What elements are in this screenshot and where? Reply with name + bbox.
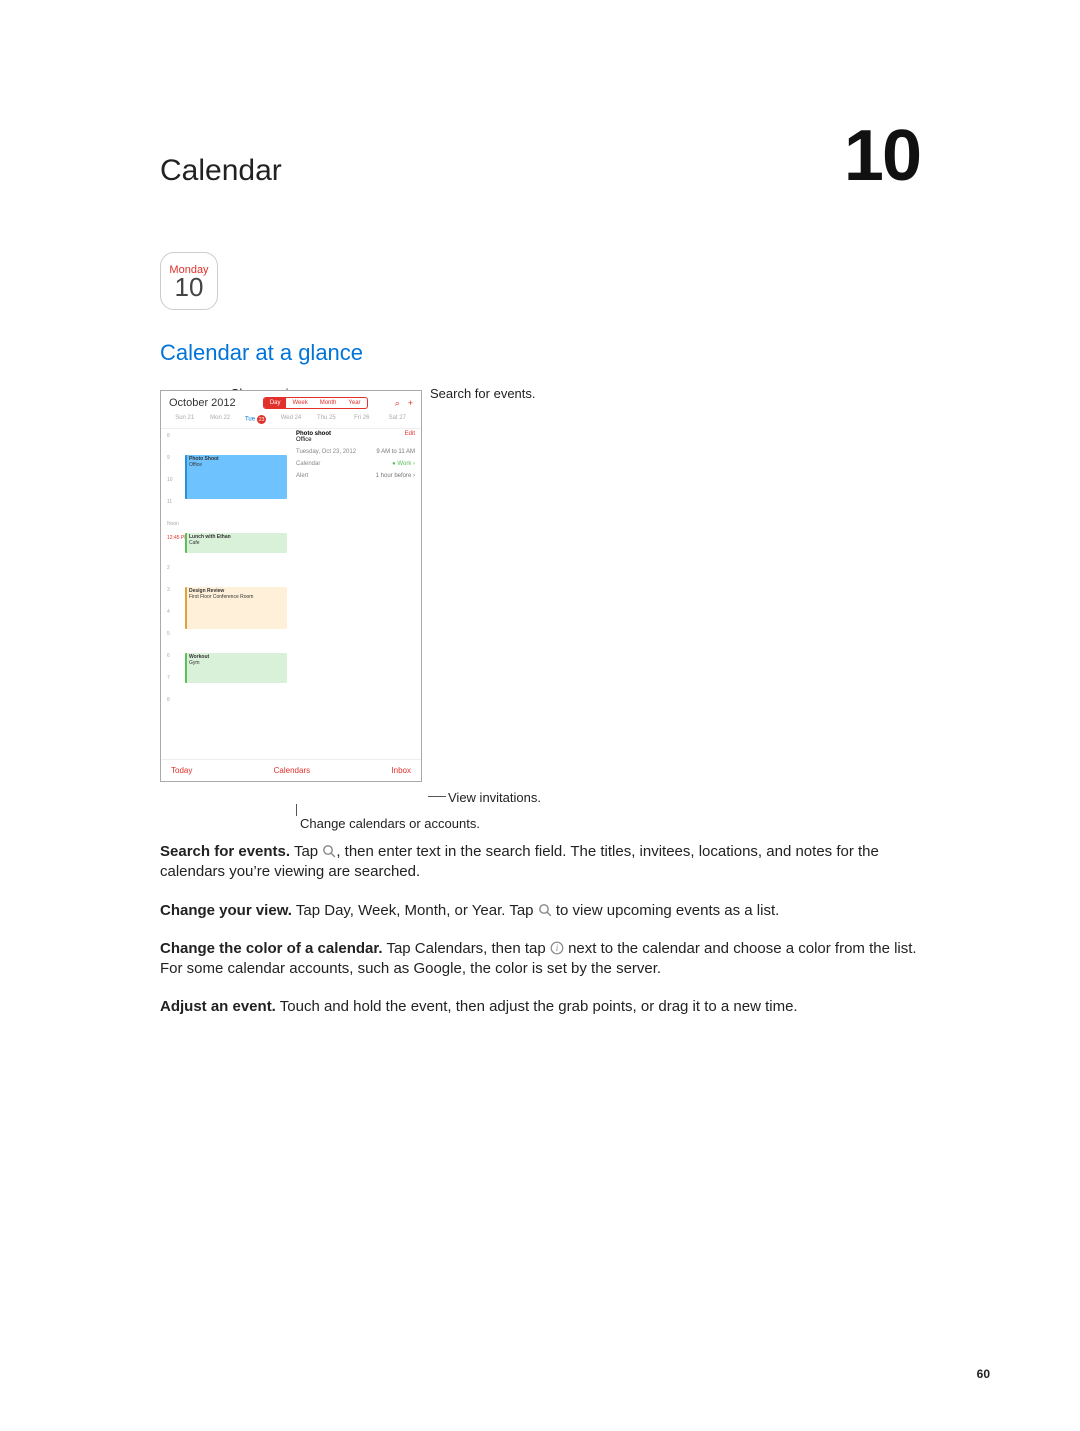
search-icon — [538, 903, 552, 917]
chapter-number: 10 — [844, 120, 920, 192]
detail-calendar-label: Calendar — [296, 461, 320, 467]
para-lead: Search for events. — [160, 843, 290, 860]
para-text: Touch and hold the event, then adjust th… — [276, 998, 798, 1015]
hour-label: 6 — [167, 653, 170, 659]
day-sun[interactable]: Sun 21 — [167, 415, 202, 424]
hour-label: Noon — [167, 521, 179, 527]
annotated-figure: Change views. Search for events. October… — [160, 390, 580, 782]
month-label: October 2012 — [169, 397, 236, 409]
add-event-icon[interactable]: + — [408, 398, 413, 409]
inbox-button[interactable]: Inbox — [391, 766, 411, 775]
para-text: Tap — [290, 843, 322, 860]
hour-label: 2 — [167, 565, 170, 571]
hour-label: 5 — [167, 631, 170, 637]
paragraph-adjust-event: Adjust an event. Touch and hold the even… — [160, 997, 920, 1017]
event-detail-pane: Photo shoot Office Edit Tuesday, Oct 23,… — [296, 431, 415, 479]
day-tue-badge: 23 — [257, 415, 266, 424]
paragraph-change-view: Change your view. Tap Day, Week, Month, … — [160, 901, 920, 921]
today-button[interactable]: Today — [171, 766, 192, 775]
hour-label: 4 — [167, 609, 170, 615]
paragraph-change-color: Change the color of a calendar. Tap Cale… — [160, 939, 920, 980]
segment-year[interactable]: Year — [342, 398, 366, 408]
para-lead: Change your view. — [160, 902, 292, 919]
callout-change-calendars: Change calendars or accounts. — [300, 816, 480, 831]
event-photo-shoot[interactable]: Photo Shoot Office — [185, 455, 287, 499]
app-icon-day: 10 — [175, 274, 204, 300]
calendar-app-icon: Monday 10 — [160, 252, 218, 310]
hour-label: 9 — [167, 455, 170, 461]
search-icon[interactable]: ⌕ — [395, 398, 400, 409]
callout-search-events: Search for events. — [430, 386, 536, 401]
calendars-button[interactable]: Calendars — [274, 766, 310, 775]
detail-location: Office — [296, 437, 331, 443]
detail-date: Tuesday, Oct 23, 2012 — [296, 449, 356, 455]
day-wed[interactable]: Wed 24 — [273, 415, 308, 424]
hour-label: 8 — [167, 433, 170, 439]
para-lead: Change the color of a calendar. — [160, 940, 383, 957]
event-location: Cafe — [189, 540, 285, 546]
day-tue-current[interactable]: Tue23 — [238, 415, 273, 424]
paragraph-search: Search for events. Tap , then enter text… — [160, 842, 920, 883]
callout-view-invitations: View invitations. — [448, 790, 541, 805]
device-screenshot: October 2012 Day Week Month Year ⌕ + Sun… — [160, 390, 422, 782]
event-location: First Floor Conference Room — [189, 594, 285, 600]
event-design-review[interactable]: Design Review First Floor Conference Roo… — [185, 587, 287, 629]
view-segmented-control[interactable]: Day Week Month Year — [263, 397, 368, 409]
hour-label: 3 — [167, 587, 170, 593]
segment-month[interactable]: Month — [314, 398, 343, 408]
para-text: Tap Day, Week, Month, or Year. Tap — [292, 902, 538, 919]
detail-alert-label: Alert — [296, 473, 308, 479]
hour-label: 7 — [167, 675, 170, 681]
para-lead: Adjust an event. — [160, 998, 276, 1015]
day-mon[interactable]: Mon 22 — [202, 415, 237, 424]
hour-label: 8 — [167, 697, 170, 703]
page-number: 60 — [977, 1367, 990, 1381]
event-lunch[interactable]: Lunch with Ethan Cafe — [185, 533, 287, 553]
info-icon: i — [550, 941, 564, 955]
day-tue-label: Tue — [245, 417, 255, 423]
hour-label: 11 — [167, 499, 172, 505]
detail-time: 9 AM to 11 AM — [376, 449, 415, 455]
callout-change-calendars-label: Change calendars or accounts. — [300, 816, 480, 831]
section-heading: Calendar at a glance — [160, 340, 920, 366]
day-sat[interactable]: Sat 27 — [380, 415, 415, 424]
hour-label: 10 — [167, 477, 173, 483]
segment-day[interactable]: Day — [264, 398, 287, 408]
day-fri[interactable]: Fri 26 — [344, 415, 379, 424]
weekday-strip[interactable]: Sun 21 Mon 22 Tue23 Wed 24 Thu 25 Fri 26… — [161, 411, 421, 429]
event-workout[interactable]: Workout Gym — [185, 653, 287, 683]
edit-button[interactable]: Edit — [405, 431, 415, 443]
search-icon — [322, 844, 336, 858]
para-text: Tap Calendars, then tap — [383, 940, 550, 957]
detail-alert-value[interactable]: 1 hour before › — [376, 473, 415, 479]
para-text: to view upcoming events as a list. — [552, 902, 780, 919]
callout-search-events-label: Search for events. — [430, 386, 536, 401]
event-location: Gym — [189, 660, 285, 666]
chapter-title: Calendar — [160, 154, 282, 188]
day-thu[interactable]: Thu 25 — [309, 415, 344, 424]
callout-view-invitations-label: View invitations. — [448, 790, 541, 805]
segment-week[interactable]: Week — [286, 398, 313, 408]
event-location: Office — [189, 462, 285, 468]
svg-text:i: i — [556, 943, 559, 953]
detail-calendar-value[interactable]: ● Work › — [392, 461, 415, 467]
